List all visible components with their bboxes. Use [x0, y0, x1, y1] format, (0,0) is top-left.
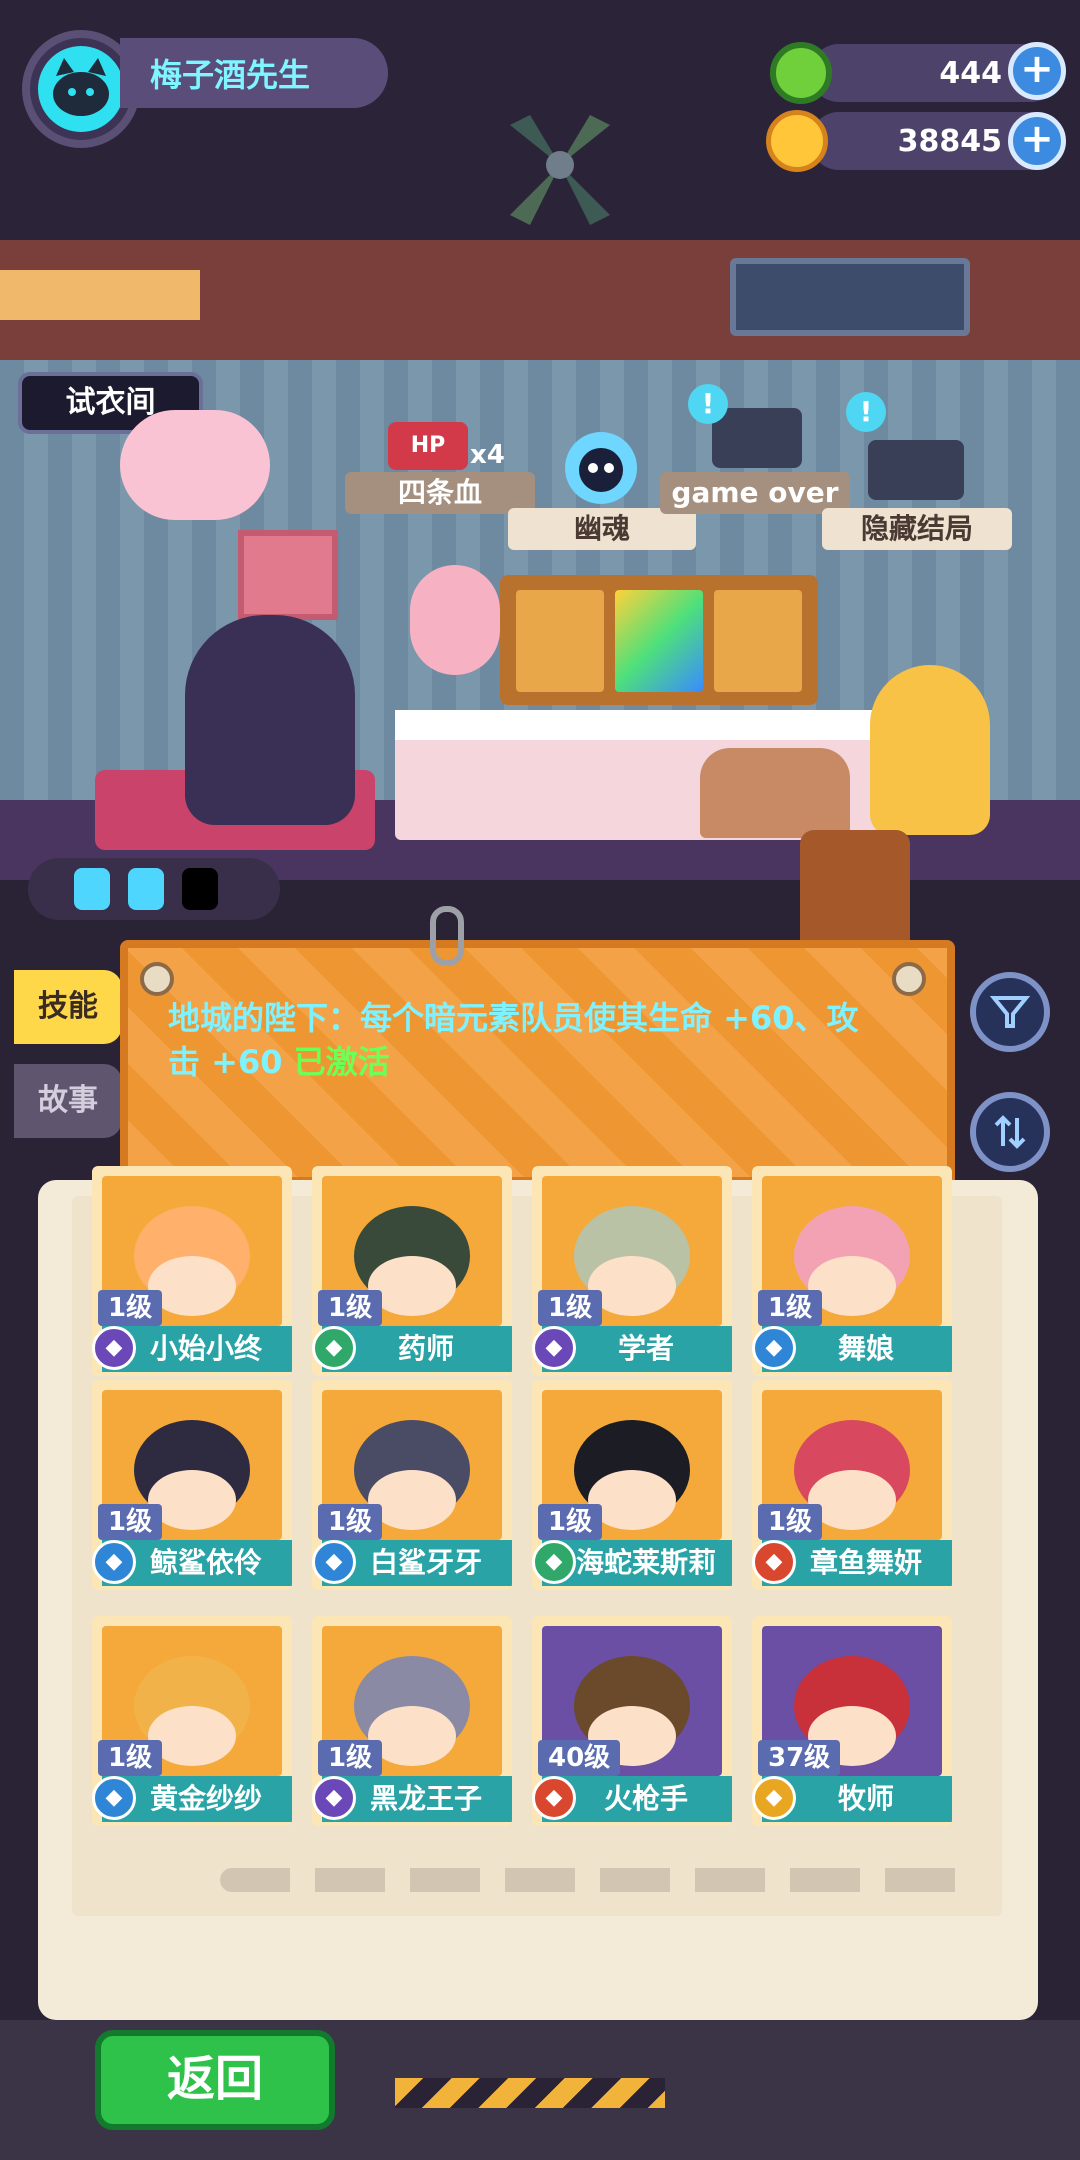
coin-count: 38845 [897, 124, 1002, 159]
level-badge: 1级 [538, 1290, 603, 1326]
skeleton-girl-sprite[interactable] [870, 665, 990, 835]
add-coin-button[interactable]: + [1008, 112, 1066, 170]
flower-vase [410, 565, 500, 675]
costume-slot[interactable] [615, 590, 703, 692]
blurred-hint-text [220, 1868, 980, 1892]
level-badge: 1级 [98, 1290, 163, 1326]
character-card[interactable]: 1级 学者 ◆ [532, 1166, 732, 1376]
character-card[interactable]: 37级 牧师 ◆ [752, 1616, 952, 1826]
element-water-icon: ◆ [312, 1540, 356, 1584]
level-badge: 1级 [318, 1290, 383, 1326]
hazard-stripe [395, 2078, 665, 2108]
pin-icon [892, 962, 926, 996]
character-card[interactable]: 1级 白鲨牙牙 ◆ [312, 1380, 512, 1590]
element-water-icon: ◆ [752, 1326, 796, 1370]
element-fire-icon: ◆ [752, 1540, 796, 1584]
sign-game-over[interactable]: game over [660, 472, 850, 514]
heart-frame-icon [238, 530, 338, 620]
character-card[interactable]: 1级 海蛇莱斯莉 ◆ [532, 1380, 732, 1590]
filter-button[interactable] [970, 972, 1050, 1052]
swap-outfit-icon[interactable] [800, 830, 910, 940]
pin-icon [140, 962, 174, 996]
element-water-icon: ◆ [92, 1776, 136, 1820]
tv-ending-icon [868, 440, 964, 500]
level-badge: 1级 [318, 1504, 383, 1540]
level-badge: 1级 [318, 1740, 383, 1776]
ghost-panel [730, 258, 970, 336]
element-dark-icon: ◆ [92, 1326, 136, 1370]
level-badge: 1级 [98, 1740, 163, 1776]
character-card[interactable]: 1级 小始小终 ◆ [92, 1166, 292, 1376]
tab-story[interactable]: 故事 [14, 1064, 122, 1138]
level-badge: 1级 [538, 1504, 603, 1540]
selected-character-sprite[interactable] [185, 615, 355, 825]
skill-status: 已激活 [293, 1043, 390, 1081]
energy-cell-empty-icon [182, 868, 218, 910]
pink-lamp [120, 410, 270, 520]
hp-multiplier: x4 [470, 440, 505, 470]
element-nature-icon: ◆ [312, 1326, 356, 1370]
level-badge: 37级 [758, 1740, 841, 1776]
level-badge: 40级 [538, 1740, 621, 1776]
character-card[interactable]: 1级 黑龙王子 ◆ [312, 1616, 512, 1826]
ghost-skull-icon [565, 432, 637, 504]
clip-icon [430, 906, 464, 966]
level-badge: 1级 [758, 1504, 823, 1540]
sign-four-hp[interactable]: 四条血 [345, 472, 535, 514]
costume-slot[interactable] [714, 590, 802, 692]
tab-skill[interactable]: 技能 [14, 970, 122, 1044]
character-card[interactable]: 1级 舞娘 ◆ [752, 1166, 952, 1376]
element-nature-icon: ◆ [532, 1540, 576, 1584]
player-name: 梅子酒先生 [150, 56, 311, 94]
hp-potion-icon: HP [388, 422, 468, 470]
dresser-top [395, 710, 885, 740]
fan-icon [490, 105, 630, 235]
alert-bubble-icon[interactable]: ! [846, 392, 886, 432]
costume-slot[interactable] [516, 590, 604, 692]
add-gem-button[interactable]: + [1008, 42, 1066, 100]
element-dark-icon: ◆ [532, 1326, 576, 1370]
shelf-boards [0, 270, 200, 320]
character-card[interactable]: 1级 药师 ◆ [312, 1166, 512, 1376]
plush-toys [700, 748, 850, 838]
cat-avatar-icon [38, 46, 124, 132]
character-card[interactable]: 1级 黄金纱纱 ◆ [92, 1616, 292, 1826]
element-light-icon: ◆ [752, 1776, 796, 1820]
character-card[interactable]: 1级 章鱼舞妍 ◆ [752, 1380, 952, 1590]
element-fire-icon: ◆ [532, 1776, 576, 1820]
alert-bubble-icon[interactable]: ! [688, 384, 728, 424]
sign-hidden-ending[interactable]: 隐藏结局 [822, 508, 1012, 550]
sign-ghost[interactable]: 幽魂 [508, 508, 696, 550]
gem-count: 444 [939, 56, 1002, 91]
element-dark-icon: ◆ [312, 1776, 356, 1820]
back-button[interactable]: 返回 [95, 2030, 335, 2130]
sort-button[interactable] [970, 1092, 1050, 1172]
level-badge: 1级 [98, 1504, 163, 1540]
element-water-icon: ◆ [92, 1540, 136, 1584]
level-badge: 1级 [758, 1290, 823, 1326]
hp-badge: HP [410, 433, 446, 458]
skill-description: 地城的陛下：每个暗元素队员使其生命 +60、攻击 +60 已激活 [168, 996, 888, 1084]
skill-text: 地城的陛下：每个暗元素队员使其生命 +60、攻击 +60 [168, 999, 859, 1081]
character-card[interactable]: 40级 火枪手 ◆ [532, 1616, 732, 1826]
energy-cell-icon [128, 868, 164, 910]
tv-grave-icon [712, 408, 802, 468]
energy-cell-icon [74, 868, 110, 910]
fitting-room-label: 试衣间 [65, 385, 156, 420]
character-card[interactable]: 1级 鲸鲨依伶 ◆ [92, 1380, 292, 1590]
